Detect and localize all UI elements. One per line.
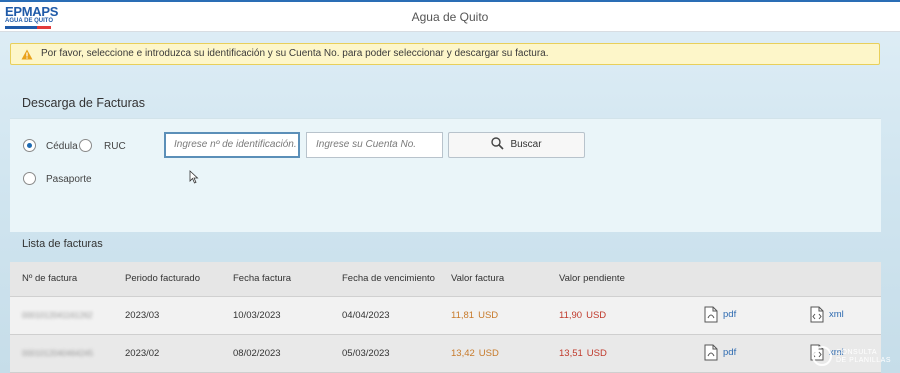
due-date: 04/04/2023 — [342, 310, 390, 321]
watermark-logo-icon — [812, 346, 832, 366]
download-pdf-link[interactable]: pdf — [704, 344, 736, 361]
download-pdf-link[interactable]: pdf — [704, 306, 736, 323]
col-invoice-amount: Valor factura — [451, 273, 505, 284]
invoice-amount: 13,42 USD — [451, 348, 499, 359]
logo-stripe — [5, 26, 51, 29]
form-title: Descarga de Facturas — [22, 96, 145, 110]
invoice-number: 0001012040464245 — [22, 349, 94, 358]
mouse-cursor-icon — [189, 170, 199, 184]
radio-ruc[interactable] — [79, 139, 92, 152]
invoice-list-title: Lista de facturas — [22, 238, 103, 250]
col-pending-amount: Valor pendiente — [559, 273, 625, 284]
watermark-text: CONSULTA DE PLANILLAS — [836, 349, 892, 364]
search-icon — [491, 137, 505, 150]
radio-ruc-label: RUC — [104, 141, 126, 152]
info-alert: Por favor, seleccione e introduzca su id… — [10, 43, 880, 65]
xml-file-icon — [810, 306, 824, 323]
pending-amount: 11,90 USD — [559, 310, 607, 321]
radio-cedula[interactable] — [23, 139, 36, 152]
invoice-number: 0001012041161262 — [22, 311, 93, 320]
invoice-date: 10/03/2023 — [233, 310, 281, 321]
billing-period: 2023/02 — [125, 348, 160, 359]
table-row: 0001012040464245 2023/02 08/02/2023 05/0… — [10, 335, 881, 373]
account-number-input[interactable]: Ingrese su Cuenta No. — [306, 132, 443, 158]
col-due-date: Fecha de vencimiento — [342, 273, 435, 284]
table-header: Nº de factura Periodo facturado Fecha fa… — [10, 262, 881, 297]
invoice-amount: 11,81 USD — [451, 310, 499, 321]
search-button-label: Buscar — [510, 139, 542, 150]
due-date: 05/03/2023 — [342, 348, 390, 359]
alert-message: Por favor, seleccione e introduzca su id… — [41, 48, 549, 59]
pdf-file-icon — [704, 306, 718, 323]
search-button[interactable]: Buscar — [448, 132, 585, 158]
app-title: Agua de Quito — [411, 10, 489, 24]
radio-cedula-label: Cédula — [46, 141, 78, 152]
download-xml-link[interactable]: xml — [810, 306, 844, 323]
col-invoice-number: Nº de factura — [22, 273, 78, 284]
col-invoice-date: Fecha factura — [233, 273, 292, 284]
pdf-file-icon — [704, 344, 718, 361]
top-bar: EPMAPS AGUA DE QUITO Agua de Quito — [0, 0, 900, 32]
col-period: Periodo facturado — [125, 273, 200, 284]
warning-icon — [21, 49, 33, 60]
search-form-panel — [10, 118, 881, 232]
radio-pasaporte-label: Pasaporte — [46, 174, 92, 185]
billing-period: 2023/03 — [125, 310, 160, 321]
invoice-date: 08/02/2023 — [233, 348, 281, 359]
radio-pasaporte[interactable] — [23, 172, 36, 185]
table-row: 0001012041161262 2023/03 10/03/2023 04/0… — [10, 297, 881, 335]
watermark-overlay: CONSULTA DE PLANILLAS — [812, 343, 900, 371]
id-number-input[interactable]: Ingrese nº de identificación. — [164, 132, 300, 158]
pending-amount: 13,51 USD — [559, 348, 607, 359]
